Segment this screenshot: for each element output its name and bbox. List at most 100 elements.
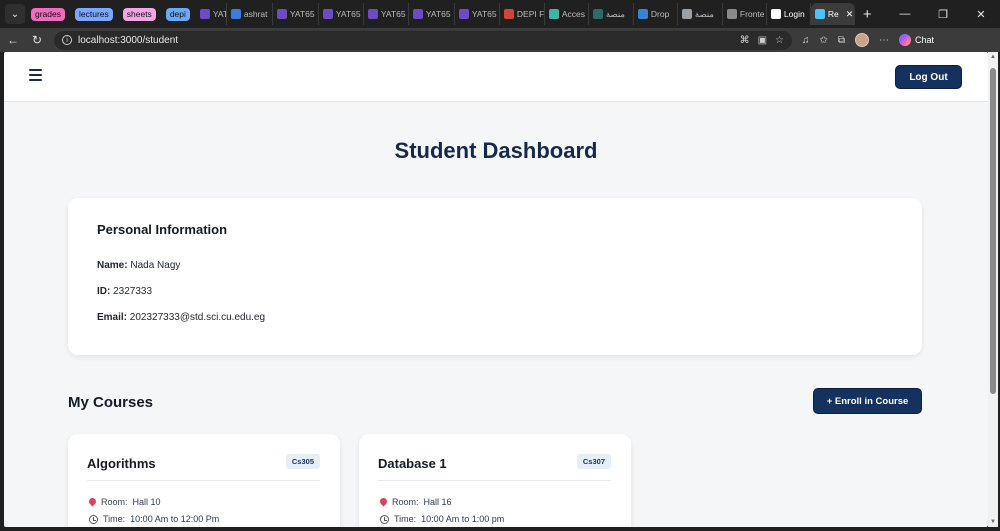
browser-tab[interactable]: Drop — [634, 3, 678, 25]
browser-tab[interactable]: YAT65 — [196, 3, 227, 25]
profile-avatar[interactable] — [855, 33, 870, 47]
globe-icon — [592, 9, 603, 19]
tab-groups: grades lectures sheets depi — [31, 7, 196, 21]
app-navbar: Log Out — [4, 52, 988, 102]
favorite-star-icon[interactable]: ☆ — [775, 35, 784, 46]
browser-tab-active[interactable]: Re ✕ — [810, 3, 855, 25]
time-label: Time: — [394, 514, 417, 524]
location-pin-icon — [89, 498, 96, 507]
page-viewport: Log Out Student Dashboard Personal Infor… — [4, 52, 988, 527]
course-code-badge: Cs305 — [285, 454, 320, 469]
room-value: Hall 16 — [423, 497, 452, 507]
room-value: Hall 10 — [132, 497, 161, 507]
scrollbar-thumb[interactable] — [990, 68, 996, 394]
email-label: Email: — [97, 312, 128, 323]
personal-info-card: Personal Information Name: Nada Nagy ID:… — [68, 198, 922, 355]
course-name: Algorithms — [87, 456, 156, 471]
maximize-icon[interactable]: ❐ — [924, 8, 962, 21]
browser-tab[interactable]: DEPI F — [500, 3, 545, 25]
site-info-icon[interactable]: i — [62, 35, 72, 45]
email-value: 202327333@std.sci.cu.edu.eg — [129, 312, 266, 323]
pdf-icon — [503, 9, 514, 19]
page-icon — [726, 9, 737, 19]
tab-group-sheets[interactable]: sheets — [122, 7, 156, 21]
video-icon — [412, 9, 423, 19]
id-label: ID: — [97, 286, 111, 297]
menu-hamburger-icon[interactable] — [29, 69, 42, 81]
course-card[interactable]: Algorithms Cs305 Room: Hall 10 Time: 10:… — [68, 434, 340, 527]
course-time-row: Time: 10:00 Am to 12:00 Pm — [89, 514, 219, 524]
browser-tab[interactable]: Fronte — [723, 3, 767, 25]
omnibox-actions: ⌘ ▣ ☆ — [740, 35, 784, 46]
id-row: ID: 2327333 — [97, 286, 152, 297]
id-value: 2327333 — [113, 286, 153, 297]
tab-group-depi[interactable]: depi — [165, 7, 190, 21]
favorites-icon[interactable]: ✩ — [820, 35, 828, 46]
time-value: 10:00 Am to 1:00 pm — [421, 514, 505, 524]
video-icon — [458, 9, 469, 19]
video-icon — [276, 9, 287, 19]
cloud-icon — [230, 9, 241, 19]
course-code-badge: Cs307 — [576, 454, 611, 469]
browser-tab[interactable]: ashrat — [227, 3, 273, 25]
collections-icon[interactable]: ⧉ — [838, 35, 845, 46]
time-value: 10:00 Am to 12:00 Pm — [130, 514, 220, 524]
browser-tab[interactable]: YAT65 — [319, 3, 364, 25]
page-scrollbar[interactable]: ▲ ▼ — [988, 52, 998, 527]
translate-icon[interactable]: ⌘ — [740, 35, 750, 46]
video-icon — [367, 9, 378, 19]
location-pin-icon — [380, 498, 387, 507]
browser-tab[interactable]: YAT65 — [455, 3, 500, 25]
tab-group-grades[interactable]: grades — [31, 7, 65, 21]
time-label: Time: — [103, 514, 126, 524]
enroll-course-button[interactable]: + Enroll in Course — [813, 388, 922, 414]
browser-toolbar: ← ↻ i localhost:3000/student ⌘ ▣ ☆ ♫ ✩ ⧉… — [0, 28, 1000, 52]
video-icon — [322, 9, 333, 19]
url-text[interactable]: localhost:3000/student — [78, 35, 178, 46]
page-title: Student Dashboard — [394, 138, 598, 163]
logout-button[interactable]: Log Out — [895, 65, 962, 89]
course-room-row: Room: Hall 10 — [89, 497, 161, 507]
scroll-down-icon[interactable]: ▼ — [990, 519, 996, 525]
browser-tab[interactable]: YAT65 — [409, 3, 455, 25]
close-window-icon[interactable]: ✕ — [962, 8, 1000, 21]
tab-group-lectures[interactable]: lectures — [75, 7, 113, 21]
address-bar[interactable]: i localhost:3000/student ⌘ ▣ ☆ — [54, 30, 792, 50]
tab-search-chevron-icon[interactable]: ⌄ — [5, 4, 25, 24]
divider — [87, 480, 320, 481]
login-icon — [770, 9, 781, 19]
tab-strip: YAT65 ashrat YAT65 YAT65 YAT65 YAT65 YAT… — [196, 3, 855, 25]
split-screen-icon[interactable]: ▣ — [758, 35, 767, 46]
divider — [378, 480, 611, 481]
name-row: Name: Nada Nagy — [97, 260, 180, 271]
course-card[interactable]: Database 1 Cs307 Room: Hall 16 Time: 10:… — [359, 434, 631, 527]
globe-icon — [681, 9, 692, 19]
browser-tab[interactable]: منصة — [589, 3, 634, 25]
window-controls: — ❐ ✕ — [886, 0, 1000, 28]
browser-tab[interactable]: Login — [767, 3, 811, 25]
course-time-row: Time: 10:00 Am to 1:00 pm — [380, 514, 504, 524]
name-value: Nada Nagy — [130, 260, 181, 271]
browser-tab[interactable]: YAT65 — [273, 3, 319, 25]
reload-icon[interactable]: ↻ — [26, 33, 48, 47]
browser-tab[interactable]: YAT65 — [364, 3, 409, 25]
more-menu-icon[interactable]: ⋯ — [879, 35, 889, 46]
clock-icon — [89, 514, 98, 524]
personal-info-heading: Personal Information — [97, 222, 228, 237]
react-icon — [814, 9, 825, 19]
close-tab-icon[interactable]: ✕ — [846, 9, 854, 20]
room-label: Room: — [101, 497, 128, 507]
media-icon[interactable]: ♫ — [802, 35, 810, 46]
browser-tab[interactable]: منصة — [678, 3, 723, 25]
back-arrow-icon[interactable]: ← — [2, 33, 24, 47]
toolbar-actions: ♫ ✩ ⧉ ⋯ Chat — [802, 33, 934, 47]
new-tab-button[interactable]: + — [863, 6, 872, 23]
copilot-chat-button[interactable]: Chat — [899, 34, 934, 46]
minimize-icon[interactable]: — — [886, 8, 924, 20]
browser-tab-bar: ⌄ grades lectures sheets depi YAT65 ashr… — [0, 0, 1000, 28]
copilot-icon — [899, 34, 912, 46]
course-name: Database 1 — [378, 456, 447, 471]
dropbox-icon — [637, 9, 648, 19]
scroll-up-icon[interactable]: ▲ — [990, 54, 996, 60]
browser-tab[interactable]: Acces — [545, 3, 589, 25]
